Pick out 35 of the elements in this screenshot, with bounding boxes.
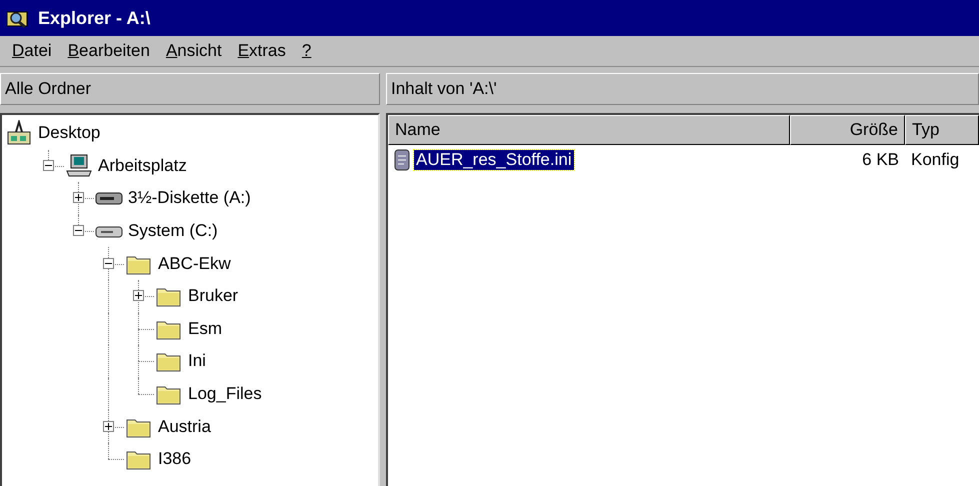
- computer-icon: [66, 154, 92, 178]
- expander-button[interactable]: [133, 290, 144, 302]
- tree-item[interactable]: Log_Files: [184, 384, 262, 404]
- pane-header: Alle Ordner: [0, 73, 380, 105]
- file-name[interactable]: AUER_res_Stoffe.ini: [414, 150, 574, 170]
- window-title: Explorer - A:\: [38, 8, 150, 28]
- column-header[interactable]: Größe: [790, 115, 905, 145]
- expander-button[interactable]: [103, 258, 114, 269]
- tree-item[interactable]: System (C:): [124, 221, 218, 242]
- column-header[interactable]: Name: [388, 115, 790, 145]
- tree-item[interactable]: ABC-Ekw: [154, 254, 231, 274]
- tree-item[interactable]: Ini: [184, 351, 206, 372]
- menu-item[interactable]: Datei: [4, 41, 60, 61]
- table-cell-text: 6 KB: [861, 150, 900, 170]
- tree-item[interactable]: Austria: [154, 416, 211, 437]
- menu-item[interactable]: Ansicht: [158, 41, 230, 61]
- menu-item[interactable]: Bearbeiten: [60, 41, 158, 61]
- floppy-drive-icon: [95, 190, 123, 206]
- expander-button[interactable]: [43, 160, 54, 171]
- tree-item[interactable]: 3½-Diskette (A:): [124, 188, 251, 208]
- column-header[interactable]: Typ: [905, 115, 979, 145]
- tree-item[interactable]: Desktop: [34, 123, 100, 144]
- desktop-icon: [6, 120, 32, 146]
- tree-item[interactable]: Bruker: [184, 286, 238, 306]
- expander-button[interactable]: [73, 192, 84, 204]
- expander-button[interactable]: [73, 225, 84, 236]
- settings-file-icon: [394, 149, 410, 171]
- menu-item[interactable]: ?: [294, 41, 320, 61]
- tree-item[interactable]: Esm: [184, 318, 222, 339]
- tree-item[interactable]: I386: [154, 449, 192, 470]
- tree-item[interactable]: Arbeitsplatz: [94, 156, 187, 176]
- table-cell-text: Konfig: [910, 150, 960, 170]
- menu-item[interactable]: Extras: [230, 41, 294, 61]
- pane-header: Inhalt von 'A:\': [386, 73, 979, 105]
- expander-button[interactable]: [103, 420, 114, 432]
